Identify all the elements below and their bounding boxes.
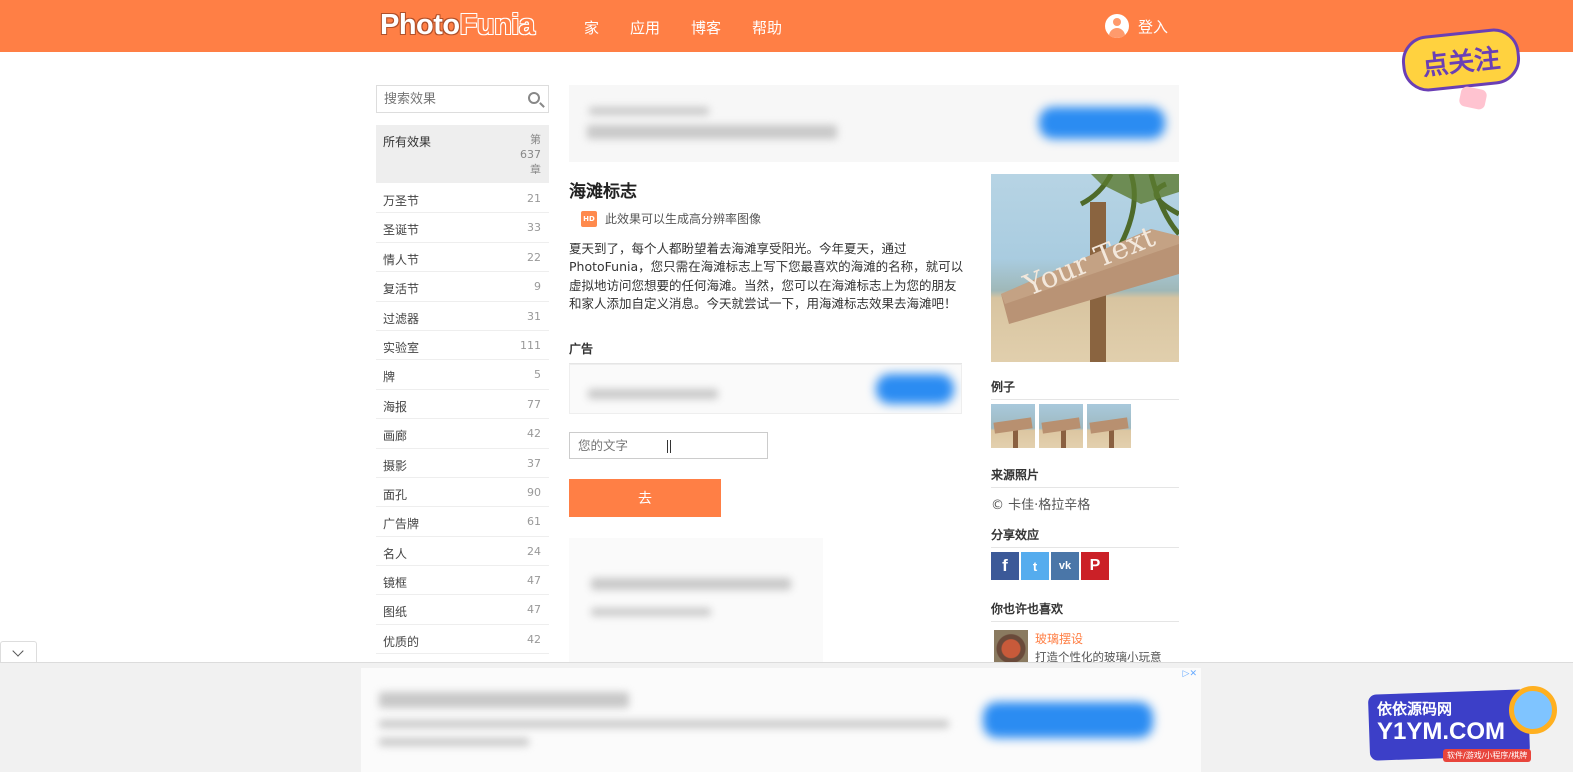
category-item[interactable]: 圣诞节 33 <box>376 213 549 243</box>
watermark-domain: Y1YM.COM <box>1377 718 1506 745</box>
beach-sign-illustration: Your Text <box>1001 174 1179 362</box>
ad-blur-text <box>589 107 709 115</box>
effect-title: 海滩标志 <box>569 182 637 202</box>
heart-icon <box>1458 85 1488 111</box>
category-item[interactable]: 过滤器 31 <box>376 302 549 331</box>
watermark-title: 依依源码网 <box>1377 700 1453 718</box>
share-buttons: f t vk P <box>991 552 1109 580</box>
pinterest-icon[interactable]: P <box>1081 552 1109 580</box>
category-item[interactable]: 镜框 47 <box>376 566 549 596</box>
site-watermark: 依依源码网 Y1YM.COM 软件/游戏/小程序/棋牌 <box>1349 680 1567 768</box>
category-item[interactable]: 万圣节 21 <box>376 184 549 214</box>
text-cursor-icon <box>667 440 671 453</box>
share-label: 分享效应 <box>991 526 1179 548</box>
follow-sticker-text: 点关注 <box>1399 25 1523 95</box>
ad-banner-bottom[interactable]: ▷✕ <box>361 668 1201 772</box>
ad-banner-top[interactable] <box>569 85 1179 162</box>
login-label: 登入 <box>1138 17 1169 36</box>
ad-blur-text <box>588 389 718 399</box>
category-item[interactable]: 实验室 111 <box>376 331 549 361</box>
category-item[interactable]: 海报 77 <box>376 390 549 420</box>
ad-close-icon[interactable]: ▷✕ <box>1183 669 1197 679</box>
category-item[interactable]: 面孔 90 <box>376 478 549 508</box>
collapse-ad-toggle[interactable] <box>0 641 37 663</box>
suggested-effect-item[interactable]: 玻璃摆设 打造个性化的玻璃小玩意 <box>994 630 1162 665</box>
category-label: 所有效果 <box>383 135 432 149</box>
ad-blur-button <box>876 374 954 404</box>
effect-search-input[interactable] <box>377 86 517 112</box>
nav-blog[interactable]: 博客 <box>691 17 721 38</box>
nav-apps[interactable]: 应用 <box>630 17 660 38</box>
category-item[interactable]: 名人 24 <box>376 537 549 567</box>
logo-text-funia: Funia <box>459 9 535 41</box>
suggested-effect-thumbnail <box>994 630 1028 664</box>
category-item[interactable]: 情人节 22 <box>376 243 549 273</box>
nav-help[interactable]: 帮助 <box>752 17 782 38</box>
watermark-tagline: 软件/游戏/小程序/棋牌 <box>1443 749 1532 762</box>
ad-banner-inline[interactable] <box>569 364 962 414</box>
facebook-icon[interactable]: f <box>991 552 1019 580</box>
photo-credit[interactable]: © 卡佳·格拉辛格 <box>991 494 1090 513</box>
category-item[interactable]: 优质的 42 <box>376 625 549 655</box>
suggested-effect-title[interactable]: 玻璃摆设 <box>1035 630 1162 647</box>
top-navigation-bar: PhotoFunia 家 应用 博客 帮助 登入 <box>0 0 1573 52</box>
effect-description: 夏天到了，每个人都盼望着去海滩享受阳光。今年夏天，通过PhotoFunia，您只… <box>569 241 964 312</box>
vk-icon[interactable]: vk <box>1051 552 1079 580</box>
category-item[interactable]: 广告牌 61 <box>376 507 549 537</box>
category-item[interactable]: 画廊 42 <box>376 419 549 449</box>
category-item[interactable]: 图纸 47 <box>376 595 549 625</box>
examples-label: 例子 <box>991 378 1179 400</box>
category-item[interactable]: 摄影 37 <box>376 449 549 478</box>
logo-text-photo: Photo <box>380 9 460 41</box>
ad-blur-text <box>379 720 949 728</box>
example-thumbnail[interactable] <box>991 404 1035 448</box>
follow-sticker: 点关注 <box>1399 14 1523 111</box>
hd-notice-text: 此效果可以生成高分辨率图像 <box>605 212 762 226</box>
category-item[interactable]: 复活节 9 <box>376 272 549 302</box>
ad-blur-text <box>379 692 629 708</box>
source-photo-label: 来源照片 <box>991 466 1179 488</box>
category-count: 第 637 章 <box>520 133 541 176</box>
ad-blur-text <box>379 738 529 746</box>
effect-search-box <box>376 85 549 113</box>
search-icon[interactable] <box>528 92 540 104</box>
main-nav: 家 应用 博客 帮助 <box>584 17 813 38</box>
category-list: 万圣节 21 圣诞节 33 情人节 22 复活节 9 过滤器 31 实验室 111 牌5 海… <box>376 184 549 655</box>
ads-label: 广告 <box>569 340 962 364</box>
go-button[interactable]: 去 <box>569 479 721 517</box>
ad-banner-side[interactable] <box>569 538 823 662</box>
effect-preview-image[interactable]: Your Text <box>991 174 1179 362</box>
photofunia-logo[interactable]: PhotoFunia <box>380 9 535 42</box>
hd-badge-icon: HD <box>581 210 597 227</box>
magnifier-icon <box>1509 686 1557 734</box>
hd-notice: HD 此效果可以生成高分辨率图像 <box>581 210 761 227</box>
category-all-effects[interactable]: 所有效果 第 637 章 <box>376 125 549 183</box>
category-item[interactable]: 牌5 <box>376 360 549 390</box>
you-may-like-label: 你也许也喜欢 <box>991 600 1179 622</box>
login-button[interactable]: 登入 <box>1105 14 1168 38</box>
twitter-icon[interactable]: t <box>1021 552 1049 580</box>
example-thumbnail[interactable] <box>1087 404 1131 448</box>
ad-blur-button <box>1039 107 1165 139</box>
example-thumbnail[interactable] <box>1039 404 1083 448</box>
chevron-down-icon <box>12 645 24 657</box>
user-avatar-icon <box>1105 14 1129 38</box>
ad-blur-text <box>591 578 791 590</box>
nav-home[interactable]: 家 <box>584 17 599 38</box>
ad-blur-text <box>591 608 711 616</box>
ad-blur-button <box>983 702 1153 738</box>
ad-blur-text <box>587 125 837 139</box>
